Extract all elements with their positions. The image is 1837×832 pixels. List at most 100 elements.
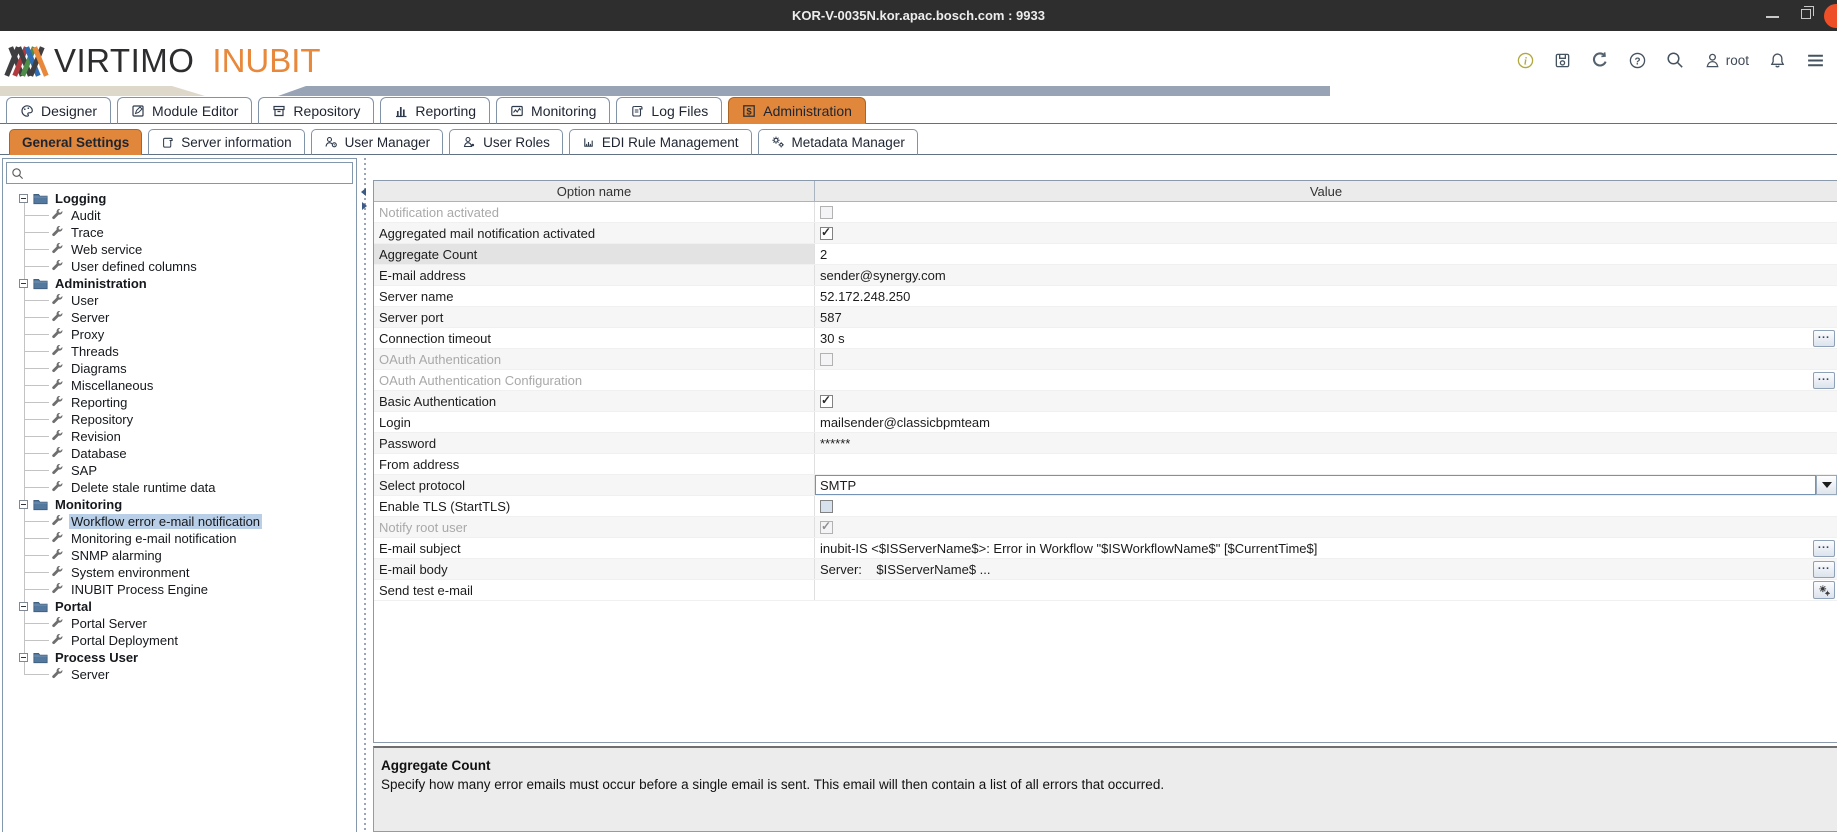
tab-administration[interactable]: $Administration	[728, 97, 866, 124]
tree-expander-icon[interactable]	[19, 653, 28, 662]
subtab-user-roles[interactable]: User Roles	[449, 129, 563, 155]
tree-item-repository[interactable]: Repository	[3, 411, 355, 428]
search-button[interactable]	[1666, 51, 1684, 69]
option-row-server-port[interactable]: Server port587	[374, 307, 1837, 328]
tree-item-inubit-process-engine[interactable]: INUBIT Process Engine	[3, 581, 355, 598]
option-value-cell[interactable]: SMTP	[815, 475, 1837, 495]
checkbox-notification-activated[interactable]	[820, 206, 833, 219]
checkbox-aggregated-mail-notification-activated[interactable]	[820, 227, 833, 240]
tree-item-monitoring-e-mail-notification[interactable]: Monitoring e-mail notification	[3, 530, 355, 547]
option-row-e-mail-address[interactable]: E-mail addresssender@synergy.com	[374, 265, 1837, 286]
tree-item-delete-stale-runtime-data[interactable]: Delete stale runtime data	[3, 479, 355, 496]
option-value-cell[interactable]	[815, 391, 1837, 411]
tree-item-threads[interactable]: Threads	[3, 343, 355, 360]
window-restore-button[interactable]	[1801, 9, 1811, 19]
option-value-cell[interactable]	[815, 370, 1837, 390]
tree-search-input[interactable]	[29, 164, 352, 182]
checkbox-basic-authentication[interactable]	[820, 395, 833, 408]
tree-item-server[interactable]: Server	[3, 309, 355, 326]
option-value-cell[interactable]: sender@synergy.com	[815, 265, 1837, 285]
tree-item-audit[interactable]: Audit	[3, 207, 355, 224]
tab-log-files[interactable]: Log Files	[616, 97, 722, 124]
option-value-cell[interactable]: 587	[815, 307, 1837, 327]
option-row-from-address[interactable]: From address	[374, 454, 1837, 475]
option-row-select-protocol[interactable]: Select protocolSMTP	[374, 475, 1837, 496]
tree-expander-icon[interactable]	[19, 194, 28, 203]
tree-item-trace[interactable]: Trace	[3, 224, 355, 241]
tree-item-user-defined-columns[interactable]: User defined columns	[3, 258, 355, 275]
tree-item-proxy[interactable]: Proxy	[3, 326, 355, 343]
tree-item-database[interactable]: Database	[3, 445, 355, 462]
option-row-send-test-e-mail[interactable]: Send test e-mail	[374, 580, 1837, 601]
subtab-general-settings[interactable]: General Settings	[9, 129, 142, 155]
option-value-cell[interactable]	[815, 223, 1837, 243]
tree-expander-icon[interactable]	[19, 602, 28, 611]
option-value-cell[interactable]: inubit-IS <$ISServerName$>: Error in Wor…	[815, 538, 1837, 558]
option-row-basic-authentication[interactable]: Basic Authentication	[374, 391, 1837, 412]
option-value-cell[interactable]: Server: $ISServerName$ ...	[815, 559, 1837, 579]
splitter-grip[interactable]	[364, 158, 366, 832]
ellipsis-button[interactable]	[1813, 561, 1835, 578]
ellipsis-button[interactable]	[1813, 330, 1835, 347]
combobox-dropdown-button[interactable]	[1816, 475, 1837, 495]
splitter-expand-right-icon[interactable]	[362, 202, 367, 210]
option-row-login[interactable]: Loginmailsender@classicbpmteam	[374, 412, 1837, 433]
tree-item-snmp-alarming[interactable]: SNMP alarming	[3, 547, 355, 564]
column-header-value[interactable]: Value	[815, 181, 1837, 201]
option-row-enable-tls-starttls[interactable]: Enable TLS (StartTLS)	[374, 496, 1837, 517]
panel-splitter[interactable]	[358, 158, 372, 832]
tree-item-logging[interactable]: Logging	[3, 190, 355, 207]
refresh-button[interactable]	[1591, 51, 1609, 69]
option-value-cell[interactable]	[815, 349, 1837, 369]
send-test-email-button[interactable]	[1813, 581, 1835, 599]
option-value-cell[interactable]	[815, 580, 1837, 600]
option-row-e-mail-subject[interactable]: E-mail subjectinubit-IS <$ISServerName$>…	[374, 538, 1837, 559]
tree-item-system-environment[interactable]: System environment	[3, 564, 355, 581]
info-button[interactable]: i	[1517, 52, 1534, 69]
subtab-user-manager[interactable]: User Manager	[311, 129, 444, 155]
tab-reporting[interactable]: Reporting	[380, 97, 490, 124]
window-minimize-button[interactable]	[1766, 16, 1779, 18]
tree-item-monitoring[interactable]: Monitoring	[3, 496, 355, 513]
ellipsis-button[interactable]	[1813, 372, 1835, 389]
ellipsis-button[interactable]	[1813, 540, 1835, 557]
subtab-edi-rule-management[interactable]: EDI Rule Management	[569, 129, 752, 155]
option-row-notification-activated[interactable]: Notification activated	[374, 202, 1837, 223]
tree-item-web-service[interactable]: Web service	[3, 241, 355, 258]
option-value-cell[interactable]	[815, 517, 1837, 537]
checkbox-oauth-authentication[interactable]	[820, 353, 833, 366]
option-value-cell[interactable]: 52.172.248.250	[815, 286, 1837, 306]
option-row-aggregate-count[interactable]: Aggregate Count2	[374, 244, 1837, 265]
help-button[interactable]: ?	[1629, 52, 1646, 69]
tab-repository[interactable]: Repository	[258, 97, 374, 124]
column-header-option-name[interactable]: Option name	[374, 181, 815, 201]
window-close-button[interactable]	[1824, 4, 1837, 28]
tree-item-administration[interactable]: Administration	[3, 275, 355, 292]
option-row-connection-timeout[interactable]: Connection timeout30 s	[374, 328, 1837, 349]
option-row-notify-root-user[interactable]: Notify root user	[374, 517, 1837, 538]
tab-monitoring[interactable]: Monitoring	[496, 97, 610, 124]
splitter-collapse-left-icon[interactable]	[361, 188, 366, 196]
option-row-oauth-authentication[interactable]: OAuth Authentication	[374, 349, 1837, 370]
checkbox-notify-root-user[interactable]	[820, 521, 833, 534]
tree-item-sap[interactable]: SAP	[3, 462, 355, 479]
option-value-cell[interactable]: 2	[815, 244, 1837, 264]
option-value-cell[interactable]	[815, 496, 1837, 516]
menu-button[interactable]	[1806, 51, 1825, 70]
bell-button[interactable]	[1769, 52, 1786, 69]
tree-item-revision[interactable]: Revision	[3, 428, 355, 445]
option-row-aggregated-mail-notification-activated[interactable]: Aggregated mail notification activated	[374, 223, 1837, 244]
subtab-server-information[interactable]: Server information	[148, 129, 304, 155]
option-value-cell[interactable]: 30 s	[815, 328, 1837, 348]
option-value-cell[interactable]	[815, 454, 1837, 474]
option-value-cell[interactable]	[815, 202, 1837, 222]
option-row-e-mail-body[interactable]: E-mail bodyServer: $ISServerName$ ...	[374, 559, 1837, 580]
tree-item-workflow-error-e-mail-notification[interactable]: Workflow error e-mail notification	[3, 513, 355, 530]
tree-item-server[interactable]: Server	[3, 666, 355, 683]
subtab-metadata-manager[interactable]: Metadata Manager	[758, 129, 918, 155]
checkbox-enable-tls-starttls[interactable]	[820, 500, 833, 513]
tree-item-portal-server[interactable]: Portal Server	[3, 615, 355, 632]
option-row-oauth-authentication-configuration[interactable]: OAuth Authentication Configuration	[374, 370, 1837, 391]
tab-module-editor[interactable]: Module Editor	[117, 97, 252, 124]
option-row-server-name[interactable]: Server name52.172.248.250	[374, 286, 1837, 307]
